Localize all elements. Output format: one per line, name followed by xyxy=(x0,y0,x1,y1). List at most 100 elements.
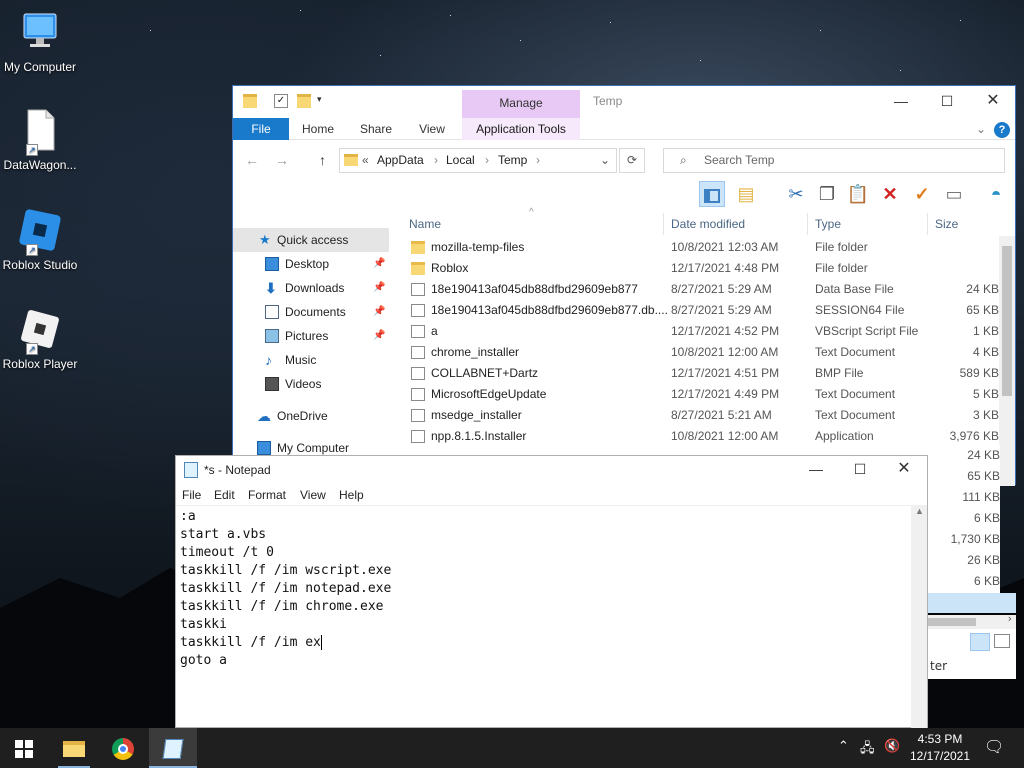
horizontal-scrollbar[interactable]: › xyxy=(928,612,1016,629)
file-row[interactable]: COLLABNET+Dartz 12/17/2021 4:51 PM BMP Fil… xyxy=(409,363,999,384)
shell-icon[interactable]: ◓ xyxy=(983,181,1009,207)
file-row[interactable]: 18e190413af045db88dfbd29609eb877 8/27/202… xyxy=(409,279,999,300)
file-name: mozilla-temp-files xyxy=(431,240,525,254)
breadcrumb-appdata[interactable]: AppData xyxy=(377,153,424,167)
nav-item-videos[interactable]: Videos xyxy=(233,372,388,396)
preview-pane-icon[interactable] xyxy=(699,181,725,207)
nav-item-desktop[interactable]: Desktop 📌 xyxy=(233,252,388,276)
nav-item-downloads[interactable]: ⬇ Downloads 📌 xyxy=(233,276,388,300)
column-name[interactable]: Name xyxy=(409,217,441,231)
file-name: msedge_installer xyxy=(431,408,522,422)
file-row[interactable]: 18e190413af045db88dfbd29609eb877.db.... 8… xyxy=(409,300,999,321)
file-row[interactable]: a 12/17/2021 4:52 PM VBScript Script File 1… xyxy=(409,321,999,342)
file-row[interactable]: MicrosoftEdgeUpdate 12/17/2021 4:49 PM Tex… xyxy=(409,384,999,405)
tab-share[interactable]: Share xyxy=(353,118,399,140)
cloud-icon: ☁ xyxy=(257,408,271,424)
nav-item-music[interactable]: ♪ Music xyxy=(233,348,388,372)
file-row[interactable]: mozilla-temp-files 10/8/2021 12:03 AM File… xyxy=(409,237,999,258)
forward-arrow-icon[interactable]: → xyxy=(275,152,289,168)
nav-onedrive[interactable]: ☁ OneDrive xyxy=(233,404,388,428)
tab-application-tools[interactable]: Application Tools xyxy=(462,118,580,140)
file-row[interactable]: npp.8.1.5.Installer 10/8/2021 12:00 AM App… xyxy=(409,426,999,447)
new-folder-icon[interactable] xyxy=(297,94,311,108)
network-icon[interactable]: 🖧 xyxy=(860,739,875,761)
file-row[interactable]: chrome_installer 10/8/2021 12:00 AM Text D… xyxy=(409,342,999,363)
file-row[interactable]: msedge_installer 8/27/2021 5:21 AM Text Do… xyxy=(409,405,999,426)
scroll-thumb[interactable] xyxy=(1002,246,1012,396)
folder-icon xyxy=(344,154,358,166)
text-line: taskkill /f /im notepad.exe xyxy=(180,581,392,596)
taskbar: ⌃ 🖧 🔇 4:53 PM 12/17/2021 🗨 xyxy=(0,728,1024,768)
breadcrumb-temp[interactable]: Temp xyxy=(498,153,527,167)
maximize-button[interactable]: ☐ xyxy=(937,92,957,110)
close-button[interactable]: ✕ xyxy=(894,460,914,478)
nav-item-pictures[interactable]: Pictures 📌 xyxy=(233,324,388,348)
copy-icon[interactable]: ❐ xyxy=(814,181,840,207)
menu-format[interactable]: Format xyxy=(248,488,286,502)
back-arrow-icon[interactable]: ← xyxy=(245,152,259,168)
file-type: Text Document xyxy=(815,387,896,401)
taskbar-file-explorer[interactable] xyxy=(50,728,98,768)
chevron-down-icon[interactable]: ▾ xyxy=(317,94,331,108)
expand-ribbon-icon[interactable]: ⌄ xyxy=(973,118,989,140)
notepad-vertical-scrollbar[interactable]: ▲ xyxy=(911,506,927,728)
desktop-icon-datawagon[interactable]: ↗ DataWagon... xyxy=(0,106,80,172)
file-row[interactable]: Roblox 12/17/2021 4:48 PM File folder xyxy=(409,258,999,279)
paste-icon[interactable]: 📋 xyxy=(845,181,871,207)
taskbar-notepad[interactable] xyxy=(149,728,197,768)
notepad-text-area[interactable]: :a start a.vbs timeout /t 0 taskkill /f … xyxy=(180,508,910,726)
refresh-button[interactable]: ⟳ xyxy=(619,148,645,173)
folder-icon xyxy=(411,262,425,275)
help-icon[interactable]: ? xyxy=(993,118,1011,140)
minimize-button[interactable]: — xyxy=(806,460,826,478)
manage-tab[interactable]: Manage xyxy=(462,90,580,118)
maximize-button[interactable]: ☐ xyxy=(850,460,870,478)
taskbar-clock[interactable]: 4:53 PM 12/17/2021 xyxy=(902,731,978,765)
windows-logo-icon xyxy=(15,739,33,758)
menu-help[interactable]: Help xyxy=(339,488,364,502)
text-file-icon xyxy=(411,346,425,359)
properties-icon[interactable]: ✓ xyxy=(274,94,288,108)
nav-item-documents[interactable]: Documents 📌 xyxy=(233,300,388,324)
column-size[interactable]: Size xyxy=(935,217,958,231)
tab-home[interactable]: Home xyxy=(295,118,341,140)
close-button[interactable]: ✕ xyxy=(983,92,1003,110)
minimize-button[interactable]: — xyxy=(891,92,911,110)
tab-file[interactable]: File xyxy=(233,118,289,140)
desktop-icon-roblox-studio[interactable]: ↗ Roblox Studio xyxy=(0,206,80,272)
breadcrumb-separator-icon: › xyxy=(485,153,489,167)
delete-icon[interactable]: ✕ xyxy=(877,181,903,207)
column-date-modified[interactable]: Date modified xyxy=(671,217,745,231)
tab-view[interactable]: View xyxy=(409,118,455,140)
desktop-icon-roblox-player[interactable]: ↗ Roblox Player xyxy=(0,305,80,371)
menu-view[interactable]: View xyxy=(300,488,326,502)
file-icon: ↗ xyxy=(16,106,64,156)
desktop-icon-my-computer[interactable]: My Computer xyxy=(0,8,80,74)
menu-file[interactable]: File xyxy=(182,488,201,502)
start-button[interactable] xyxy=(0,728,48,768)
show-hidden-icons-icon[interactable]: ⌃ xyxy=(838,739,849,754)
volume-muted-icon[interactable]: 🔇 xyxy=(884,739,900,754)
notifications-icon[interactable]: 🗨 xyxy=(984,737,1004,756)
nav-quick-access[interactable]: ★ Quick access xyxy=(233,228,389,252)
search-input[interactable]: ⌕ Search Temp xyxy=(663,148,1005,173)
column-type[interactable]: Type xyxy=(815,217,841,231)
address-overflow[interactable]: « xyxy=(362,153,369,167)
up-arrow-icon[interactable]: ↑ xyxy=(319,152,326,168)
videos-icon xyxy=(265,377,279,391)
select-icon[interactable]: ✓ xyxy=(909,181,935,207)
cut-icon[interactable]: ✂ xyxy=(783,181,809,207)
breadcrumb-local[interactable]: Local xyxy=(446,153,475,167)
large-icons-view-icon[interactable] xyxy=(994,634,1010,648)
details-view-icon[interactable] xyxy=(970,633,990,651)
chevron-down-icon[interactable]: ⌄ xyxy=(600,153,610,167)
menu-edit[interactable]: Edit xyxy=(214,488,235,502)
pin-icon: 📌 xyxy=(373,258,386,269)
properties-folder-icon[interactable]: ▤ xyxy=(733,181,759,207)
selected-row-fragment[interactable] xyxy=(928,593,1016,613)
taskbar-chrome[interactable] xyxy=(99,728,147,768)
rename-icon[interactable]: ▭ xyxy=(941,181,967,207)
address-bar[interactable]: « AppData › Local › Temp › ⌄ xyxy=(339,148,617,173)
vertical-scrollbar[interactable] xyxy=(999,236,1015,486)
notepad-title-bar: *s - Notepad — ☐ ✕ xyxy=(176,456,927,484)
